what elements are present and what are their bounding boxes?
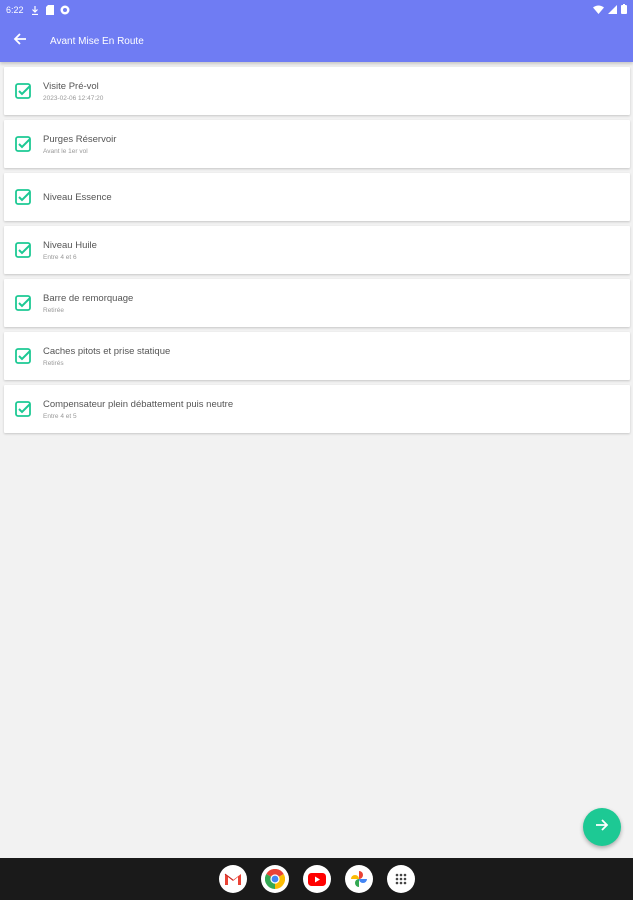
page-title: Avant Mise En Route bbox=[50, 35, 144, 47]
checkbox-checked-icon[interactable] bbox=[14, 241, 32, 259]
gmail-icon[interactable] bbox=[218, 865, 247, 893]
toolbar: Avant Mise En Route bbox=[0, 22, 633, 60]
item-label: Compensateur plein débattement puis neut… bbox=[43, 398, 234, 410]
youtube-icon[interactable] bbox=[302, 865, 331, 893]
battery-icon bbox=[621, 4, 627, 16]
item-label: Caches pitots et prise statique bbox=[43, 345, 171, 357]
checkbox-checked-icon[interactable] bbox=[14, 294, 32, 312]
back-button[interactable] bbox=[2, 23, 38, 59]
item-sublabel: Retirée bbox=[43, 306, 64, 314]
item-sublabel: Retirés bbox=[43, 359, 64, 367]
checkbox-checked-icon[interactable] bbox=[14, 82, 32, 100]
app-drawer-icon[interactable] bbox=[386, 865, 415, 893]
status-right-icons bbox=[593, 4, 627, 16]
arrow-right-icon bbox=[595, 818, 609, 837]
checklist-item-barre-de-remorquage[interactable]: Barre de remorquage Retirée bbox=[4, 279, 630, 327]
item-label: Visite Pré-vol bbox=[43, 80, 99, 92]
app-bar: 6:22 Avant Mise En Route bbox=[0, 0, 633, 62]
item-sublabel: Entre 4 et 6 bbox=[43, 253, 77, 261]
checklist-item-caches-pitots[interactable]: Caches pitots et prise statique Retirés bbox=[4, 332, 630, 380]
checklist-item-purges-reservoir[interactable]: Purges Réservoir Avant le 1er vol bbox=[4, 120, 630, 168]
app-dock bbox=[0, 858, 633, 900]
settings-dot-icon bbox=[60, 5, 70, 15]
status-bar: 6:22 bbox=[0, 0, 633, 20]
chrome-icon[interactable] bbox=[260, 865, 289, 893]
signal-icon bbox=[608, 4, 617, 16]
checkbox-checked-icon[interactable] bbox=[14, 188, 32, 206]
checkbox-checked-icon[interactable] bbox=[14, 400, 32, 418]
wifi-icon bbox=[593, 5, 604, 16]
checklist-item-compensateur[interactable]: Compensateur plein débattement puis neut… bbox=[4, 385, 630, 433]
checklist-item-visite-pre-vol[interactable]: Visite Pré-vol 2023-02-06 12:47:20 bbox=[4, 67, 630, 115]
item-sublabel: Entre 4 et 5 bbox=[43, 412, 77, 420]
download-icon bbox=[30, 5, 40, 15]
next-fab-button[interactable] bbox=[583, 808, 621, 846]
item-label: Purges Réservoir bbox=[43, 133, 117, 145]
item-sublabel: 2023-02-06 12:47:20 bbox=[43, 94, 104, 102]
checklist-item-niveau-huile[interactable]: Niveau Huile Entre 4 et 6 bbox=[4, 226, 630, 274]
checkbox-checked-icon[interactable] bbox=[14, 135, 32, 153]
checklist-item-niveau-essence[interactable]: Niveau Essence bbox=[4, 173, 630, 221]
arrow-left-icon bbox=[13, 32, 27, 51]
sim-icon bbox=[45, 5, 55, 15]
checkbox-checked-icon[interactable] bbox=[14, 347, 32, 365]
photos-icon[interactable] bbox=[344, 865, 373, 893]
item-label: Barre de remorquage bbox=[43, 292, 134, 304]
checklist: Visite Pré-vol 2023-02-06 12:47:20 Purge… bbox=[4, 67, 630, 438]
item-label: Niveau Essence bbox=[43, 191, 112, 203]
item-label: Niveau Huile bbox=[43, 239, 97, 251]
item-sublabel: Avant le 1er vol bbox=[43, 147, 88, 155]
status-time: 6:22 bbox=[6, 5, 24, 15]
